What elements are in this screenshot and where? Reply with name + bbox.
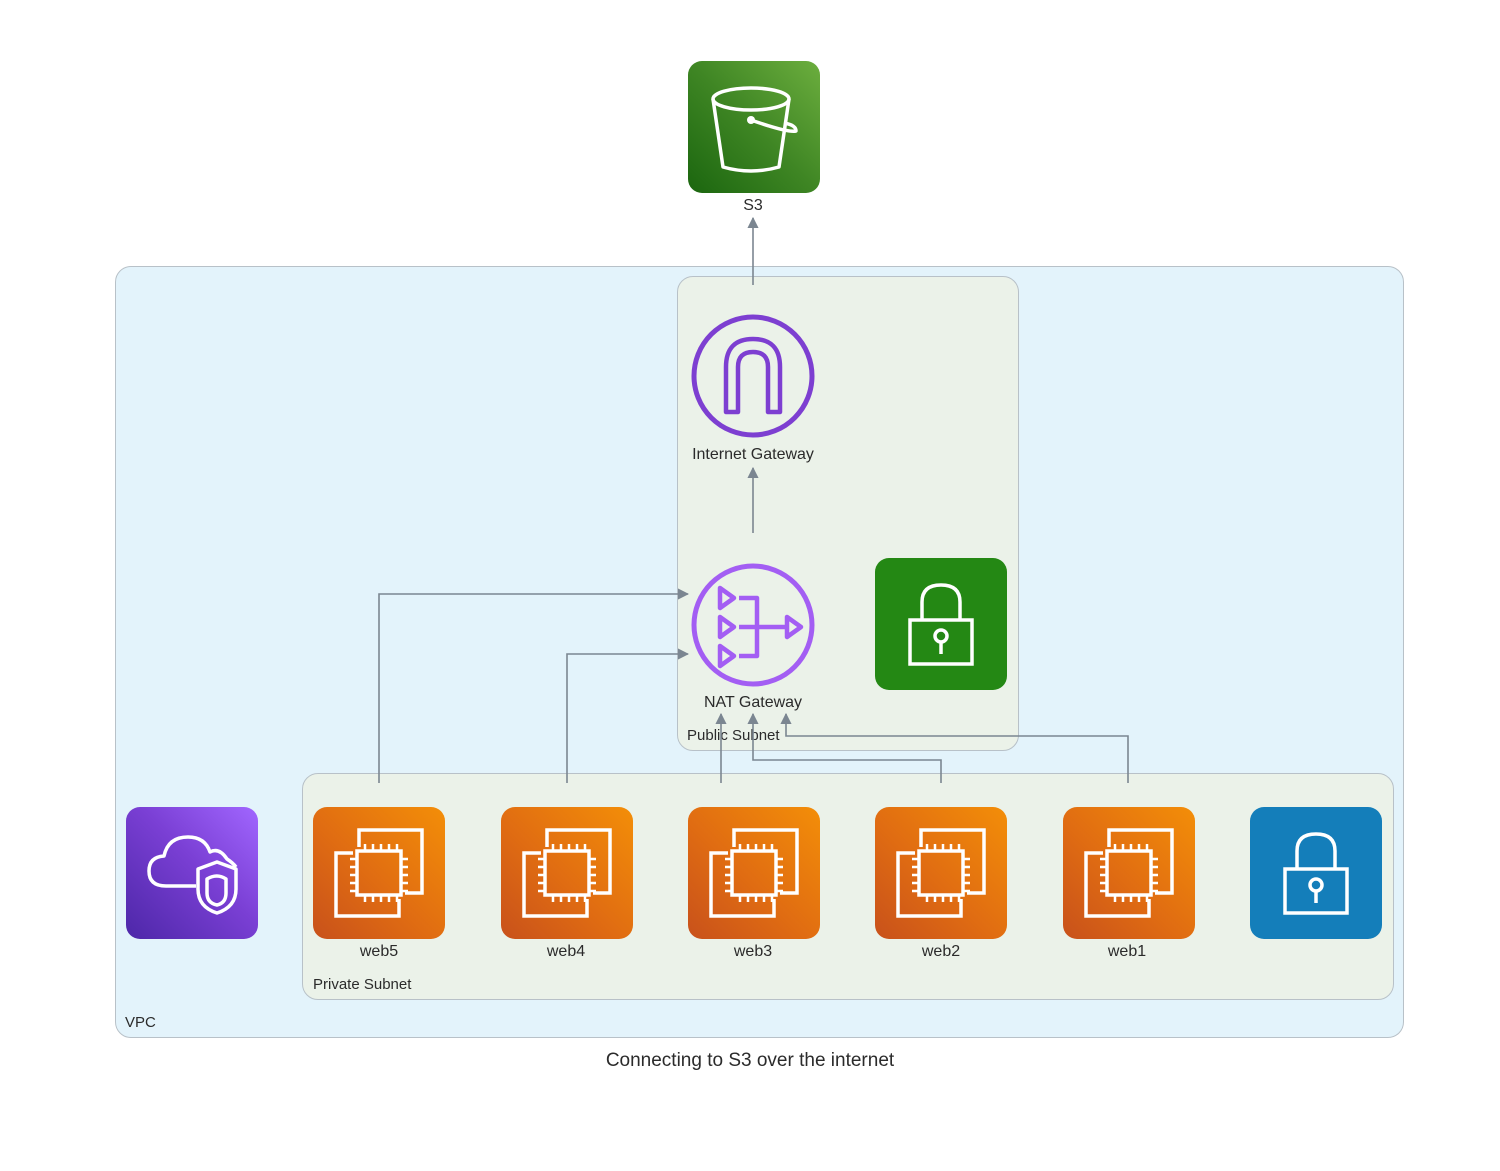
ec2-web1-label: web1 xyxy=(1107,943,1147,960)
public-subnet-label: Public Subnet xyxy=(687,727,780,744)
ec2-instances-icon xyxy=(1084,828,1174,918)
internet-gateway-icon xyxy=(691,314,815,438)
ec2-instances-icon xyxy=(522,828,612,918)
ec2-web3-label: web3 xyxy=(733,943,773,960)
lock-icon xyxy=(908,583,974,666)
ec2-web5-node[interactable] xyxy=(313,807,445,939)
nat-gateway-node[interactable] xyxy=(689,561,817,689)
lock-icon xyxy=(1283,832,1349,915)
ec2-web3-node[interactable] xyxy=(688,807,820,939)
vpc-label: VPC xyxy=(125,1014,156,1031)
diagram-title: Connecting to S3 over the internet xyxy=(605,1050,895,1071)
s3-bucket-icon xyxy=(711,86,798,173)
ec2-web5-label: web5 xyxy=(359,943,399,960)
private-subnet-label: Private Subnet xyxy=(313,976,412,993)
private-subnet-cluster: Private Subnet xyxy=(302,773,1394,1000)
s3-label: S3 xyxy=(743,197,763,214)
nat-gateway-label: NAT Gateway xyxy=(703,694,803,711)
ec2-instances-icon xyxy=(709,828,799,918)
private-nacl-node[interactable] xyxy=(1250,807,1382,939)
ec2-web1-node[interactable] xyxy=(1063,807,1195,939)
nat-gateway-icon xyxy=(691,563,815,687)
public-nacl-node[interactable] xyxy=(875,558,1007,690)
ec2-instances-icon xyxy=(334,828,424,918)
ec2-web2-node[interactable] xyxy=(875,807,1007,939)
internet-gateway-node[interactable] xyxy=(689,312,817,440)
internet-gateway-label: Internet Gateway xyxy=(692,446,814,463)
ec2-web4-label: web4 xyxy=(546,943,586,960)
ec2-instances-icon xyxy=(896,828,986,918)
s3-node[interactable] xyxy=(688,61,820,193)
cloud-shield-icon xyxy=(147,835,238,915)
vpc-security-node[interactable] xyxy=(126,807,258,939)
ec2-web4-node[interactable] xyxy=(501,807,633,939)
ec2-web2-label: web2 xyxy=(921,943,961,960)
